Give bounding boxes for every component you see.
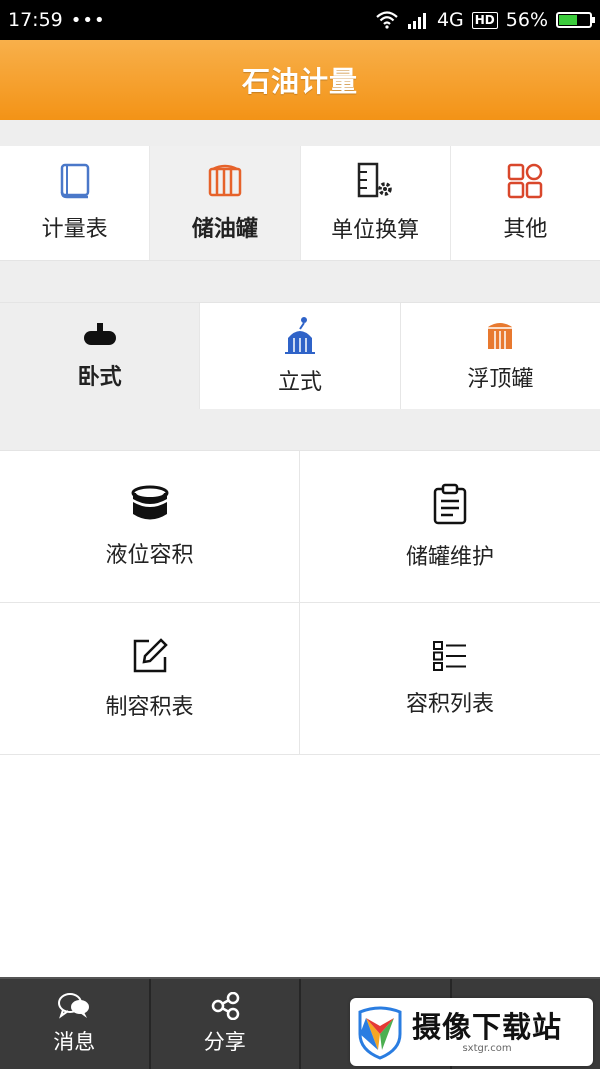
- tab-label: 储油罐: [192, 211, 258, 243]
- floating-roof-tank-icon: [486, 319, 514, 351]
- section-divider: [0, 120, 600, 146]
- tab-label: 卧式: [78, 359, 122, 391]
- tank-maintenance-button[interactable]: 储罐维护: [300, 451, 600, 603]
- tab-messages[interactable]: 消息: [0, 979, 151, 1069]
- clock: 17:59: [8, 9, 63, 31]
- list-icon: [432, 640, 468, 672]
- tab-metering-table[interactable]: 计量表: [0, 146, 150, 260]
- function-label: 储罐维护: [406, 539, 494, 571]
- tab-label: 计量表: [42, 211, 108, 243]
- hd-badge: HD: [472, 12, 498, 29]
- section-divider: [0, 261, 600, 302]
- vertical-tank-icon: [284, 316, 316, 354]
- book-icon: [57, 163, 93, 199]
- wifi-icon: [375, 11, 399, 29]
- horizontal-tank-icon: [80, 321, 120, 349]
- tab-other[interactable]: 其他: [451, 146, 600, 260]
- share-icon: [210, 992, 240, 1020]
- cylinder-icon: [130, 485, 170, 523]
- tank-type-tabs: 卧式 立式 浮顶罐: [0, 302, 600, 410]
- volume-list-button[interactable]: 容积列表: [300, 603, 600, 755]
- section-divider: [0, 409, 600, 450]
- oil-tank-icon: [207, 163, 243, 199]
- watermark: 摄像下载站 sxtgr.com: [350, 998, 593, 1066]
- liquid-level-volume-button[interactable]: 液位容积: [0, 451, 300, 603]
- watermark-url: sxtgr.com: [412, 1043, 562, 1054]
- tab-label: 消息: [53, 1026, 95, 1056]
- signal-icon: [407, 11, 429, 29]
- tab-label: 分享: [204, 1026, 246, 1056]
- function-label: 容积列表: [406, 686, 494, 718]
- tab-share[interactable]: 分享: [151, 979, 302, 1069]
- function-label: 液位容积: [105, 537, 193, 569]
- battery-icon: [556, 12, 592, 28]
- shield-logo-icon: [356, 1004, 404, 1060]
- function-grid: 液位容积 储罐维护 制容积表 容积列表: [0, 450, 600, 756]
- clipboard-icon: [432, 483, 468, 525]
- function-label: 制容积表: [105, 689, 193, 721]
- network-type: 4G: [437, 9, 464, 31]
- status-bar: 17:59 ••• 4G HD 56%: [0, 0, 600, 40]
- tab-label: 浮顶罐: [467, 361, 533, 393]
- battery-fill: [559, 15, 577, 25]
- unit-convert-icon: [356, 162, 394, 200]
- grid-icon: [507, 163, 543, 199]
- tab-label: 立式: [278, 364, 322, 396]
- app-header: 石油计量: [0, 40, 600, 120]
- tab-label: 单位换算: [331, 212, 419, 244]
- chat-icon: [57, 992, 91, 1020]
- edit-icon: [131, 637, 169, 675]
- tab-oil-tank[interactable]: 储油罐: [150, 146, 300, 260]
- tab-unit-conversion[interactable]: 单位换算: [301, 146, 451, 260]
- category-tabs: 计量表 储油罐 单位换算 其他: [0, 146, 600, 261]
- make-volume-table-button[interactable]: 制容积表: [0, 603, 300, 755]
- battery-percent: 56%: [506, 9, 548, 31]
- more-dots-icon: •••: [71, 10, 106, 31]
- tab-floating-roof-tank[interactable]: 浮顶罐: [401, 303, 600, 409]
- watermark-title: 摄像下载站: [412, 1011, 562, 1043]
- page-title: 石油计量: [242, 60, 358, 100]
- tab-vertical-tank[interactable]: 立式: [200, 303, 400, 409]
- tab-label: 其他: [503, 211, 547, 243]
- tab-horizontal-tank[interactable]: 卧式: [0, 303, 200, 409]
